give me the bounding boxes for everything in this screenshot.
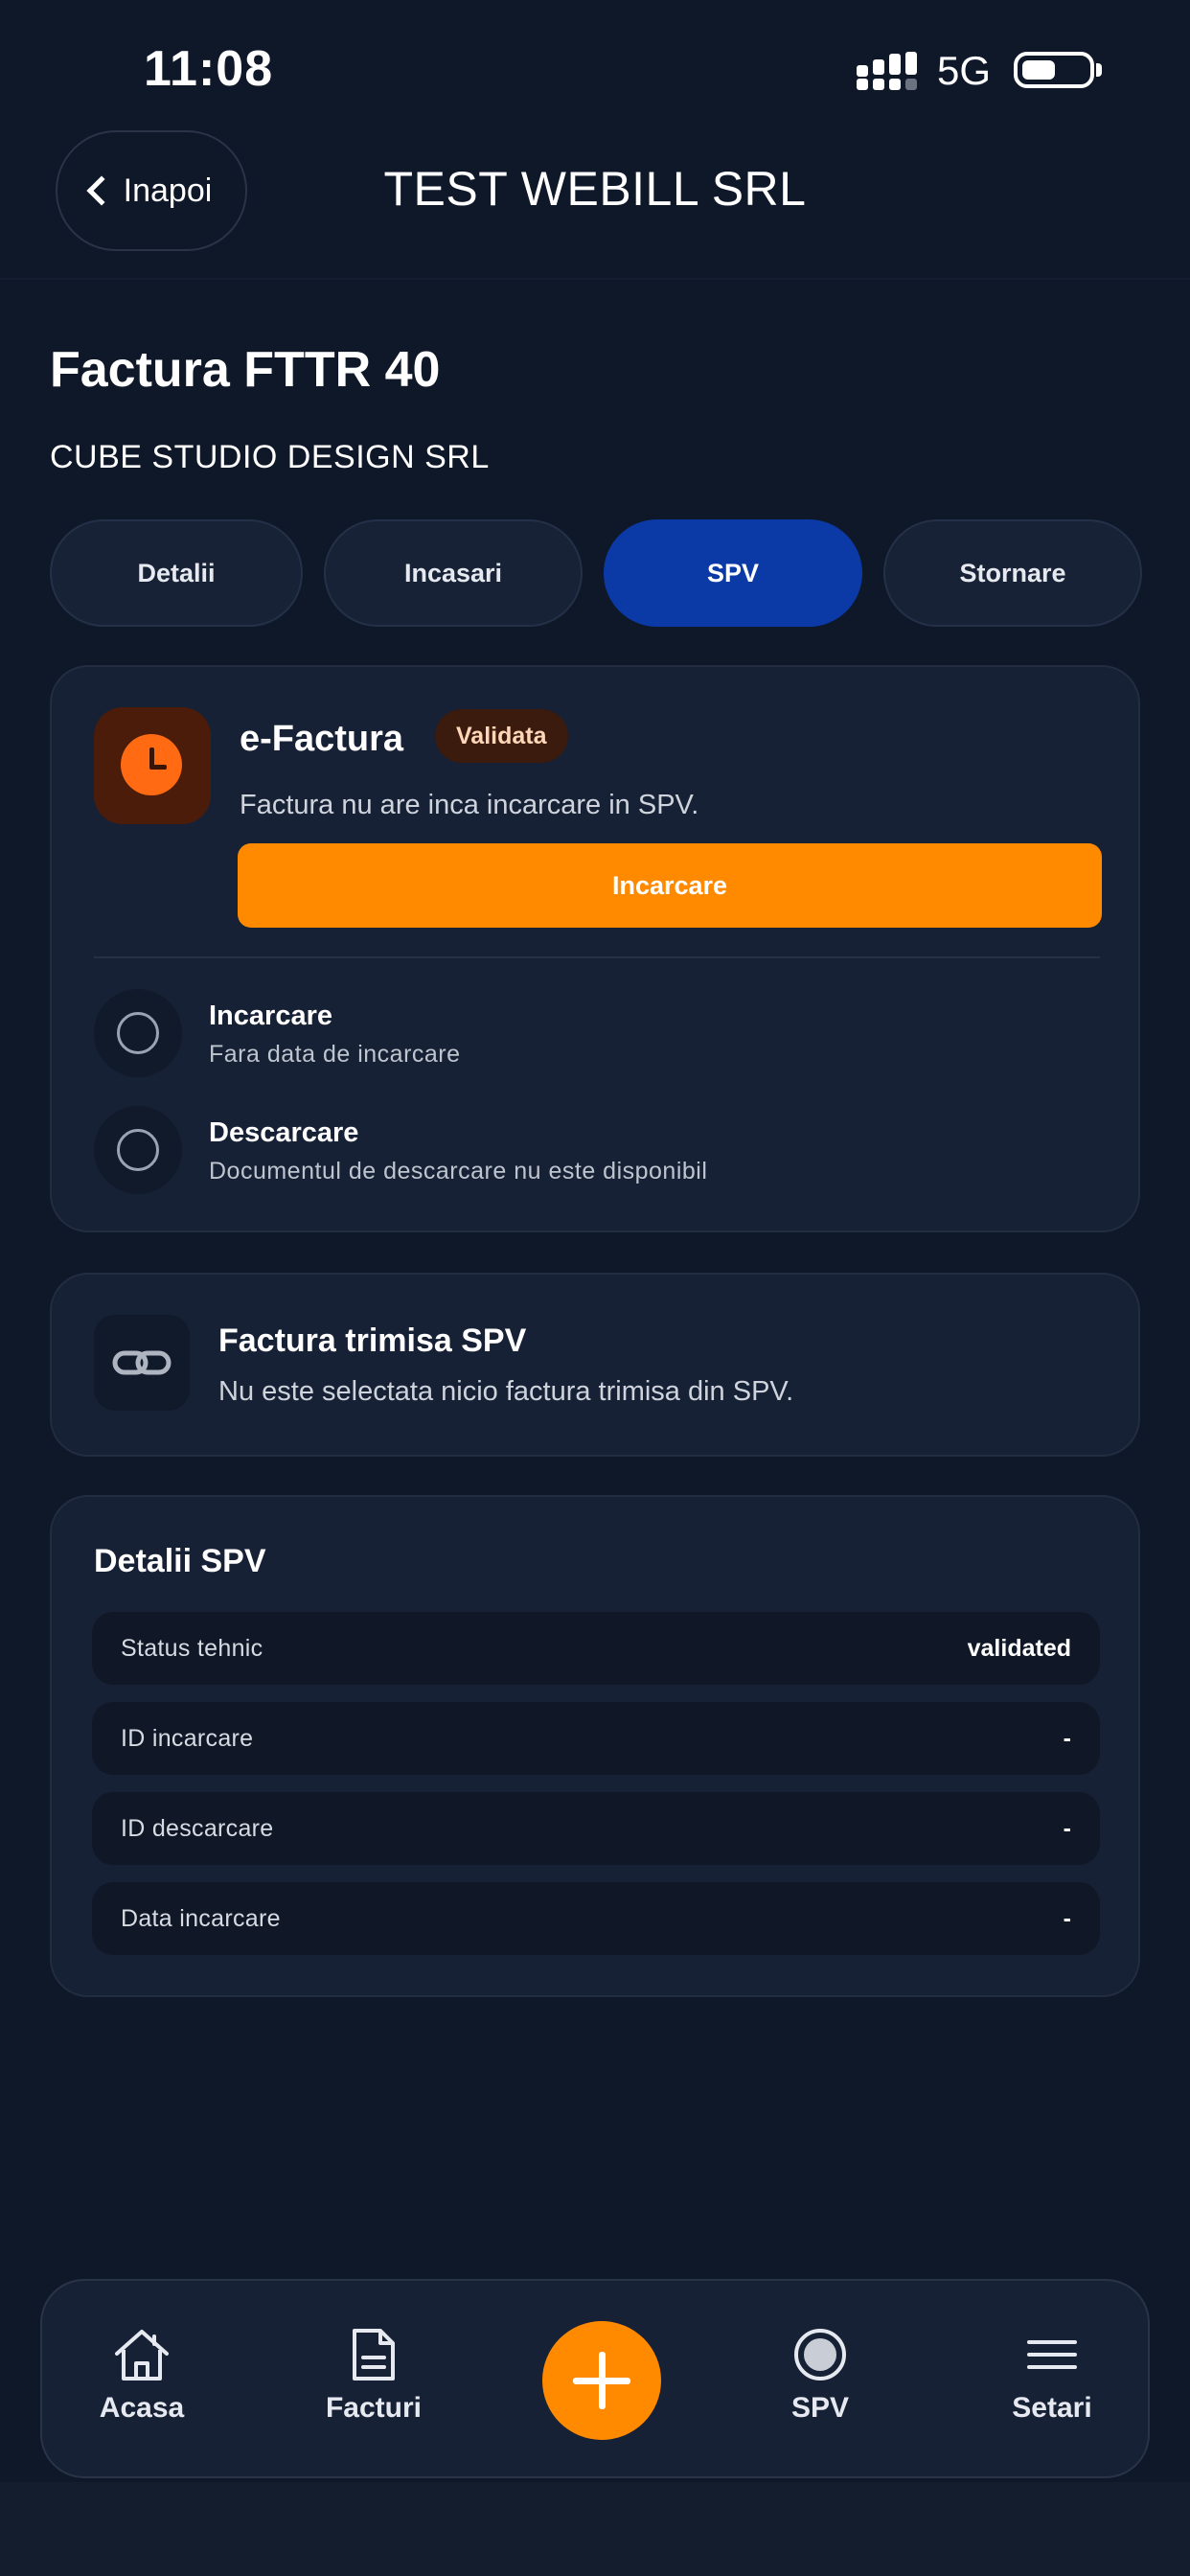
- nav-label: Facturi: [325, 2392, 423, 2424]
- spv-icon: [794, 2329, 846, 2380]
- home-icon: [115, 2330, 169, 2380]
- battery-cap: [1096, 63, 1102, 77]
- status-bar: 11:08 5G: [0, 0, 1190, 134]
- sent-invoice-message: Nu este selectata nicio factura trimisa …: [218, 1376, 794, 1407]
- header: Inapoi TEST WEBILL SRL: [0, 125, 1190, 280]
- detail-value: -: [1063, 1725, 1071, 1752]
- detail-row-upload-id: ID incarcare -: [92, 1702, 1100, 1775]
- upload-button[interactable]: Incarcare: [238, 843, 1102, 928]
- clock-icon: [94, 707, 211, 824]
- tab-stornare[interactable]: Stornare: [883, 519, 1142, 627]
- spv-details-title: Detalii SPV: [94, 1543, 266, 1579]
- network-type: 5G: [937, 48, 992, 93]
- tab-detalii[interactable]: Detalii: [50, 519, 303, 627]
- efactura-card: e-Factura Validata Factura nu are inca i…: [50, 665, 1140, 1232]
- status-badge: Validata: [435, 709, 568, 763]
- detail-row-status: Status tehnic validated: [92, 1612, 1100, 1685]
- detail-label: ID incarcare: [121, 1725, 254, 1752]
- page-title: Factura FTTR 40: [50, 342, 441, 398]
- tab-incasari[interactable]: Incasari: [324, 519, 583, 627]
- header-title: TEST WEBILL SRL: [383, 162, 807, 216]
- detail-value: -: [1063, 1815, 1071, 1842]
- step-upload-subtitle: Fara data de incarcare: [209, 1041, 461, 1068]
- step-upload-indicator: [94, 989, 182, 1077]
- nav-item-spv[interactable]: SPV: [734, 2281, 906, 2480]
- circle-icon: [117, 1129, 159, 1171]
- nav-label: Setari: [1012, 2392, 1092, 2424]
- tab-spv[interactable]: SPV: [604, 519, 862, 627]
- step-download-subtitle: Documentul de descarcare nu este disponi…: [209, 1158, 708, 1184]
- detail-value: -: [1063, 1905, 1071, 1932]
- circle-icon: [117, 1012, 159, 1054]
- divider: [94, 956, 1100, 958]
- bottom-nav: Acasa Facturi SPV Setari: [40, 2279, 1150, 2478]
- spv-details-card: Detalii SPV Status tehnic validated ID i…: [50, 1495, 1140, 1997]
- status-time: 11:08: [144, 41, 274, 97]
- detail-value: validated: [967, 1635, 1071, 1662]
- detail-label: ID descarcare: [121, 1815, 274, 1842]
- efactura-message: Factura nu are inca incarcare in SPV.: [240, 790, 699, 820]
- add-button[interactable]: [542, 2321, 661, 2440]
- nav-label: SPV: [790, 2392, 850, 2424]
- nav-item-acasa[interactable]: Acasa: [56, 2281, 228, 2480]
- nav-label: Acasa: [99, 2392, 185, 2424]
- sent-invoice-card[interactable]: Factura trimisa SPV Nu este selectata ni…: [50, 1273, 1140, 1457]
- detail-row-upload-date: Data incarcare -: [92, 1882, 1100, 1955]
- document-icon: [353, 2329, 395, 2380]
- client-name: CUBE STUDIO DESIGN SRL: [50, 439, 490, 475]
- link-icon: [94, 1315, 190, 1411]
- detail-label: Status tehnic: [121, 1635, 263, 1662]
- nav-item-facturi[interactable]: Facturi: [287, 2281, 460, 2480]
- signal-icon: [857, 52, 917, 90]
- battery-icon: [1014, 52, 1094, 88]
- efactura-title: e-Factura: [240, 719, 404, 759]
- step-download-title: Descarcare: [209, 1117, 359, 1148]
- step-download-indicator: [94, 1106, 182, 1194]
- bottom-bar-background: [0, 2482, 1190, 2576]
- detail-label: Data incarcare: [121, 1905, 281, 1932]
- nav-item-setari[interactable]: Setari: [966, 2281, 1138, 2480]
- menu-icon: [1027, 2340, 1077, 2369]
- detail-row-download-id: ID descarcare -: [92, 1792, 1100, 1865]
- step-upload-title: Incarcare: [209, 1000, 332, 1031]
- sent-invoice-title: Factura trimisa SPV: [218, 1322, 527, 1359]
